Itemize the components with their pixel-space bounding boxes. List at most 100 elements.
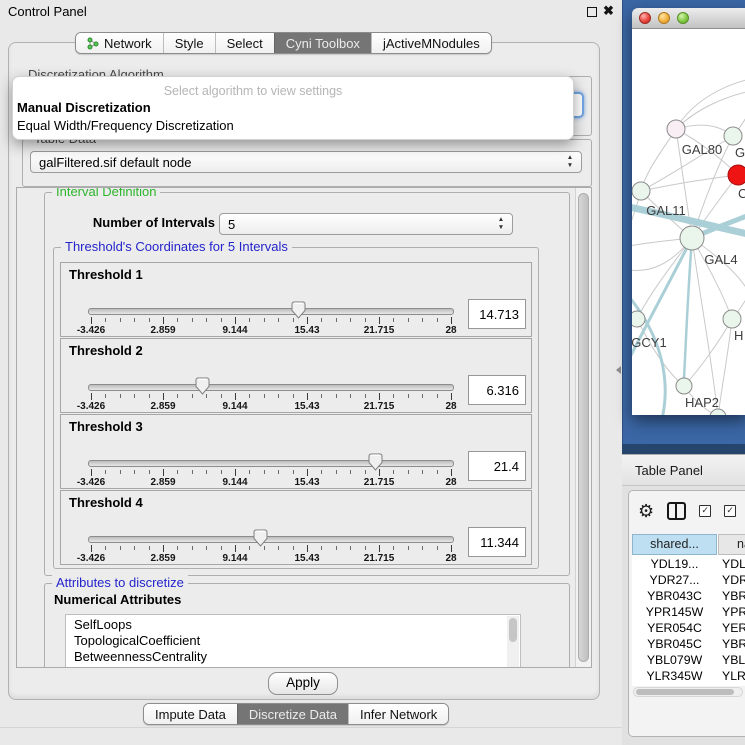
threshold-slider[interactable]: -3.4262.8599.14415.4321.71528	[91, 453, 451, 487]
table-row-yil052c[interactable]: YIL052CYIL0	[632, 684, 745, 686]
slider-tick	[307, 317, 308, 324]
tab-select[interactable]: Select	[215, 33, 274, 53]
threshold-value-field[interactable]: 11.344	[468, 527, 526, 557]
network-node-hap2[interactable]	[676, 378, 692, 394]
list-item-betweennesscentrality[interactable]: BetweennessCentrality	[66, 649, 520, 665]
network-edge-highlighted[interactable]	[632, 291, 665, 415]
slider-thumb[interactable]	[291, 301, 306, 319]
float-window-icon[interactable]	[587, 7, 597, 17]
mac-zoom-icon[interactable]	[677, 12, 689, 24]
tab-style[interactable]: Style	[163, 33, 215, 53]
table-horizontal-scrollbar[interactable]	[633, 687, 743, 697]
select-all-check-icon[interactable]: ✓	[699, 505, 711, 517]
network-edge[interactable]	[637, 238, 692, 319]
cell-name[interactable]: YDR2	[718, 572, 745, 588]
network-node-gal11[interactable]	[632, 182, 650, 200]
number-of-intervals-combobox[interactable]: 5 ▲▼	[219, 213, 513, 235]
slider-track[interactable]	[88, 460, 454, 467]
network-window-titlebar[interactable]	[632, 8, 745, 29]
columns-icon[interactable]	[667, 502, 686, 520]
cell-name[interactable]: YBL0	[718, 652, 745, 668]
cell-shared-name[interactable]: YLR345W	[632, 668, 717, 684]
mac-minimize-icon[interactable]	[658, 12, 670, 24]
cell-shared-name[interactable]: YDR27...	[632, 572, 717, 588]
network-edge[interactable]	[676, 91, 745, 129]
panel-scrollbar[interactable]	[575, 188, 591, 667]
threshold-slider[interactable]: -3.4262.8599.14415.4321.71528	[91, 529, 451, 563]
tab-cyni-toolbox[interactable]: Cyni Toolbox	[274, 33, 371, 53]
select-none-check-icon[interactable]: ✓	[724, 505, 736, 517]
tab-discretize-data[interactable]: Discretize Data	[237, 704, 348, 724]
cell-name[interactable]: YLR3	[718, 668, 745, 684]
dropdown-option-equal-width-frequency-discretization[interactable]: Equal Width/Frequency Discretization	[17, 118, 234, 133]
slider-tick-label: -3.426	[77, 325, 105, 336]
table-row-yer054c[interactable]: YER054CYER0	[632, 620, 745, 636]
network-node-gcy1[interactable]	[632, 311, 645, 327]
network-edge[interactable]	[676, 79, 745, 129]
panel-scrollbar-thumb[interactable]	[578, 193, 589, 662]
network-canvas[interactable]: GAL80GCGAL11GAL4GCY1HHAP2	[632, 29, 745, 415]
tab-network[interactable]: Network	[76, 33, 163, 53]
table-row-ybr043c[interactable]: YBR043CYBR0	[632, 588, 745, 604]
table-row-ydl19[interactable]: YDL19...YDL1	[632, 556, 745, 572]
threshold-value-field[interactable]: 21.4	[468, 451, 526, 481]
network-edge-highlighted[interactable]	[684, 238, 692, 378]
apply-button[interactable]: Apply	[268, 672, 338, 695]
list-scrollbar[interactable]	[507, 616, 519, 668]
tab-infer-network[interactable]: Infer Network	[348, 704, 448, 724]
tab-impute-data[interactable]: Impute Data	[144, 704, 237, 724]
network-edge[interactable]	[684, 319, 732, 386]
threshold-slider[interactable]: -3.4262.8599.14415.4321.71528	[91, 301, 451, 335]
cell-shared-name[interactable]: YDL19...	[632, 556, 717, 572]
cell-name[interactable]: YDL1	[718, 556, 745, 572]
threshold-value-field[interactable]: 6.316	[468, 375, 526, 405]
dropdown-option-manual-discretization[interactable]: Manual Discretization	[17, 100, 151, 115]
cell-name[interactable]: YIL0	[718, 684, 745, 686]
cell-shared-name[interactable]: YBL079W	[632, 652, 717, 668]
splitter-collapse-icon[interactable]	[612, 366, 621, 374]
cell-shared-name[interactable]: YIL052C	[632, 684, 717, 686]
table-row-ylr345w[interactable]: YLR345WYLR3	[632, 668, 745, 684]
mac-close-icon[interactable]	[639, 12, 651, 24]
cell-name[interactable]: YPR1	[718, 604, 745, 620]
table-data-combobox[interactable]: galFiltered.sif default node ▲▼	[30, 151, 582, 173]
network-node-node-h[interactable]	[723, 310, 741, 328]
slider-tick	[91, 469, 92, 476]
slider-track[interactable]	[88, 308, 454, 315]
threshold-label: Threshold 2	[69, 343, 143, 358]
slider-thumb[interactable]	[368, 453, 383, 471]
close-icon[interactable]: ✖	[603, 3, 614, 19]
cell-name[interactable]: YBR0	[718, 636, 745, 652]
slider-thumb[interactable]	[195, 377, 210, 395]
cell-shared-name[interactable]: YER054C	[632, 620, 717, 636]
table-row-ybr045c[interactable]: YBR045CYBR0	[632, 636, 745, 652]
column-header-shared-name[interactable]: shared...	[632, 534, 717, 555]
table-row-ydr27[interactable]: YDR27...YDR2	[632, 572, 745, 588]
threshold-slider[interactable]: -3.4262.8599.14415.4321.71528	[91, 377, 451, 411]
slider-tick	[177, 546, 178, 550]
network-node-gal80[interactable]	[667, 120, 685, 138]
slider-thumb[interactable]	[253, 529, 268, 547]
slider-track[interactable]	[88, 536, 454, 543]
table-row-ypr145w[interactable]: YPR145WYPR1	[632, 604, 745, 620]
tab-jactivemnodules[interactable]: jActiveMNodules	[371, 33, 491, 53]
cell-name[interactable]: YER0	[718, 620, 745, 636]
column-header-name[interactable]: name	[718, 534, 745, 555]
cell-shared-name[interactable]: YBR043C	[632, 588, 717, 604]
threshold-value-field[interactable]: 14.713	[468, 299, 526, 329]
network-node-node-red[interactable]	[728, 165, 745, 185]
list-item-selfloops[interactable]: SelfLoops	[66, 617, 520, 633]
table-row-ybl079w[interactable]: YBL079WYBL0	[632, 652, 745, 668]
gear-icon[interactable]: ⚙	[638, 501, 654, 521]
slider-track[interactable]	[88, 384, 454, 391]
cell-shared-name[interactable]: YBR045C	[632, 636, 717, 652]
cell-shared-name[interactable]: YPR145W	[632, 604, 717, 620]
screen: Control Panel ✖ NetworkStyleSelectCyni T…	[0, 0, 745, 745]
network-node-gal4[interactable]	[680, 226, 704, 250]
slider-tick	[350, 546, 351, 550]
network-edge[interactable]	[718, 319, 732, 415]
network-node-node-g[interactable]	[724, 127, 742, 145]
cell-name[interactable]: YBR0	[718, 588, 745, 604]
list-item-topologicalcoefficient[interactable]: TopologicalCoefficient	[66, 633, 520, 649]
slider-tick	[408, 546, 409, 550]
